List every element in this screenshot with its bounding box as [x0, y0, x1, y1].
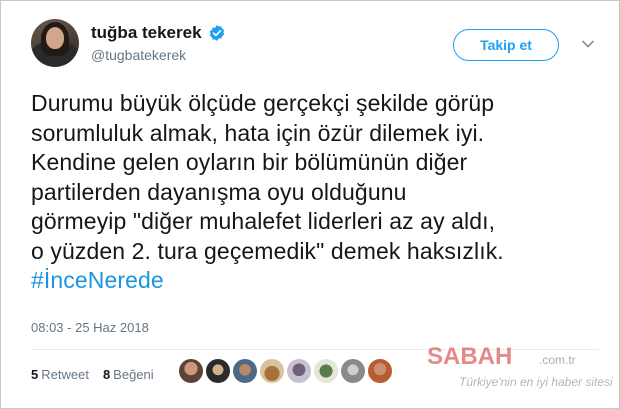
tweet-text-line: Kendine gelen oyların bir bölümünün diğe…	[31, 149, 468, 175]
verified-badge-icon	[209, 25, 224, 41]
chevron-down-icon[interactable]	[581, 37, 595, 51]
like-stat[interactable]: 8 Beğeni	[103, 367, 154, 382]
liker-avatar[interactable]	[233, 359, 257, 383]
author-handle[interactable]: @tugbatekerek	[91, 47, 226, 63]
watermark-slogan: Türkiye'nin en iyi haber sitesi	[459, 375, 613, 389]
retweet-label: Retweet	[41, 367, 89, 382]
liker-avatars	[179, 359, 392, 383]
tweet-card: tuğba tekerek @tugbatekerek Takip et Dur…	[0, 0, 620, 409]
watermark-logo: SABAH	[427, 343, 513, 370]
sabah-watermark: SABAH .com.tr Türkiye'nin en iyi haber s…	[421, 341, 617, 401]
like-label: Beğeni	[113, 367, 154, 382]
tweet-timestamp[interactable]: 08:03 - 25 Haz 2018	[31, 320, 149, 335]
liker-avatar[interactable]	[368, 359, 392, 383]
author-avatar[interactable]	[31, 19, 79, 67]
hashtag-link[interactable]: #İnceNerede	[31, 266, 591, 296]
liker-avatar[interactable]	[260, 359, 284, 383]
watermark-domain: .com.tr	[539, 353, 576, 367]
tweet-text-line: o yüzden 2. tura geçemedik" demek haksız…	[31, 237, 504, 264]
tweet-text: Durumu büyük ölçüde gerçekçi şekilde gör…	[31, 89, 591, 296]
author-display-name[interactable]: tuğba tekerek	[91, 23, 202, 43]
liker-avatar[interactable]	[287, 359, 311, 383]
liker-avatar[interactable]	[179, 359, 203, 383]
tweet-text-line: görmeyip "diğer muhalefet liderleri az a…	[31, 208, 496, 234]
liker-avatar[interactable]	[206, 359, 230, 383]
tweet-header: tuğba tekerek @tugbatekerek Takip et	[31, 19, 599, 75]
tweet-text-line: partilerden dayanışma oyu olduğunu	[31, 178, 407, 205]
tweet-text-line: sorumluluk almak, hata için özür dilemek…	[31, 119, 485, 146]
retweet-stat[interactable]: 5 Retweet	[31, 367, 89, 382]
liker-avatar[interactable]	[341, 359, 365, 383]
like-count: 8	[102, 367, 111, 382]
retweet-count: 5	[31, 367, 39, 382]
liker-avatar[interactable]	[314, 359, 338, 383]
follow-button[interactable]: Takip et	[453, 29, 559, 61]
tweet-text-line: Durumu büyük ölçüde gerçekçi şekilde gör…	[31, 90, 495, 116]
author-info: tuğba tekerek @tugbatekerek	[91, 23, 226, 63]
engagement-stats: 5 Retweet 8 Beğeni	[31, 367, 154, 382]
name-row: tuğba tekerek	[91, 23, 226, 43]
